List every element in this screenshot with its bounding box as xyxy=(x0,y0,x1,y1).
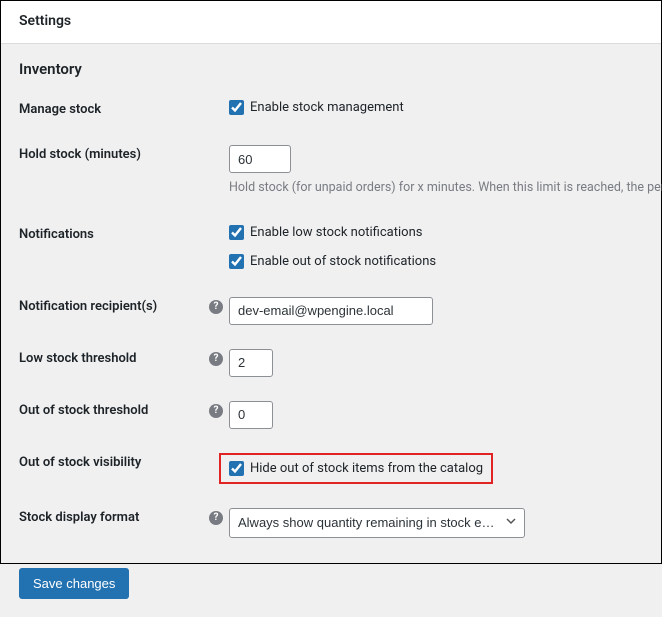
row-hold-stock: Hold stock (minutes) Hold stock (for unp… xyxy=(19,145,643,197)
row-display-format: Stock display format ? Always show quant… xyxy=(19,508,643,538)
checkbox-low-stock-notify[interactable] xyxy=(229,225,244,240)
label-display-format: Stock display format xyxy=(19,508,209,525)
row-recipient: Notification recipient(s) ? xyxy=(19,297,643,325)
checkbox-manage-stock[interactable] xyxy=(229,100,244,115)
save-button[interactable]: Save changes xyxy=(19,568,129,599)
manage-stock-option[interactable]: Enable stock management xyxy=(229,100,643,115)
low-stock-notify-option[interactable]: Enable low stock notifications xyxy=(229,225,643,240)
checkbox-label-out-stock: Enable out of stock notifications xyxy=(250,254,436,269)
input-hold-stock[interactable] xyxy=(229,145,291,173)
out-stock-notify-option[interactable]: Enable out of stock notifications xyxy=(229,254,643,269)
help-icon[interactable]: ? xyxy=(209,511,223,525)
helper-hold-stock: Hold stock (for unpaid orders) for x min… xyxy=(229,179,662,197)
label-manage-stock: Manage stock xyxy=(19,100,209,117)
section-title: Inventory xyxy=(19,60,643,78)
label-hold-stock: Hold stock (minutes) xyxy=(19,145,209,162)
page-title: Settings xyxy=(19,13,643,29)
checkbox-out-stock-notify[interactable] xyxy=(229,254,244,269)
row-visibility: Out of stock visibility Hide out of stoc… xyxy=(19,453,643,484)
label-out-threshold: Out of stock threshold xyxy=(19,401,209,418)
label-visibility: Out of stock visibility xyxy=(19,453,209,470)
help-icon[interactable]: ? xyxy=(209,352,223,366)
checkbox-visibility[interactable] xyxy=(229,461,244,476)
row-out-threshold: Out of stock threshold ? xyxy=(19,401,643,429)
highlight-visibility: Hide out of stock items from the catalog xyxy=(219,453,493,484)
input-low-threshold[interactable] xyxy=(229,349,273,377)
row-low-threshold: Low stock threshold ? xyxy=(19,349,643,377)
row-notifications: Notifications Enable low stock notificat… xyxy=(19,225,643,269)
checkbox-label-low-stock: Enable low stock notifications xyxy=(250,225,422,240)
input-out-threshold[interactable] xyxy=(229,401,273,429)
help-icon[interactable]: ? xyxy=(209,404,223,418)
settings-content: Inventory Manage stock Enable stock mana… xyxy=(1,44,661,617)
row-manage-stock: Manage stock Enable stock management xyxy=(19,100,643,117)
select-display-format[interactable]: Always show quantity remaining in stock … xyxy=(229,508,525,538)
checkbox-label-manage-stock: Enable stock management xyxy=(250,100,404,115)
select-wrap-display-format: Always show quantity remaining in stock … xyxy=(229,508,525,538)
header-bar: Settings xyxy=(1,1,661,44)
input-recipient[interactable] xyxy=(229,297,433,325)
checkbox-label-visibility: Hide out of stock items from the catalog xyxy=(250,461,483,476)
label-recipient: Notification recipient(s) xyxy=(19,297,209,314)
help-icon[interactable]: ? xyxy=(209,300,223,314)
label-notifications: Notifications xyxy=(19,225,209,242)
label-low-threshold: Low stock threshold xyxy=(19,349,209,366)
